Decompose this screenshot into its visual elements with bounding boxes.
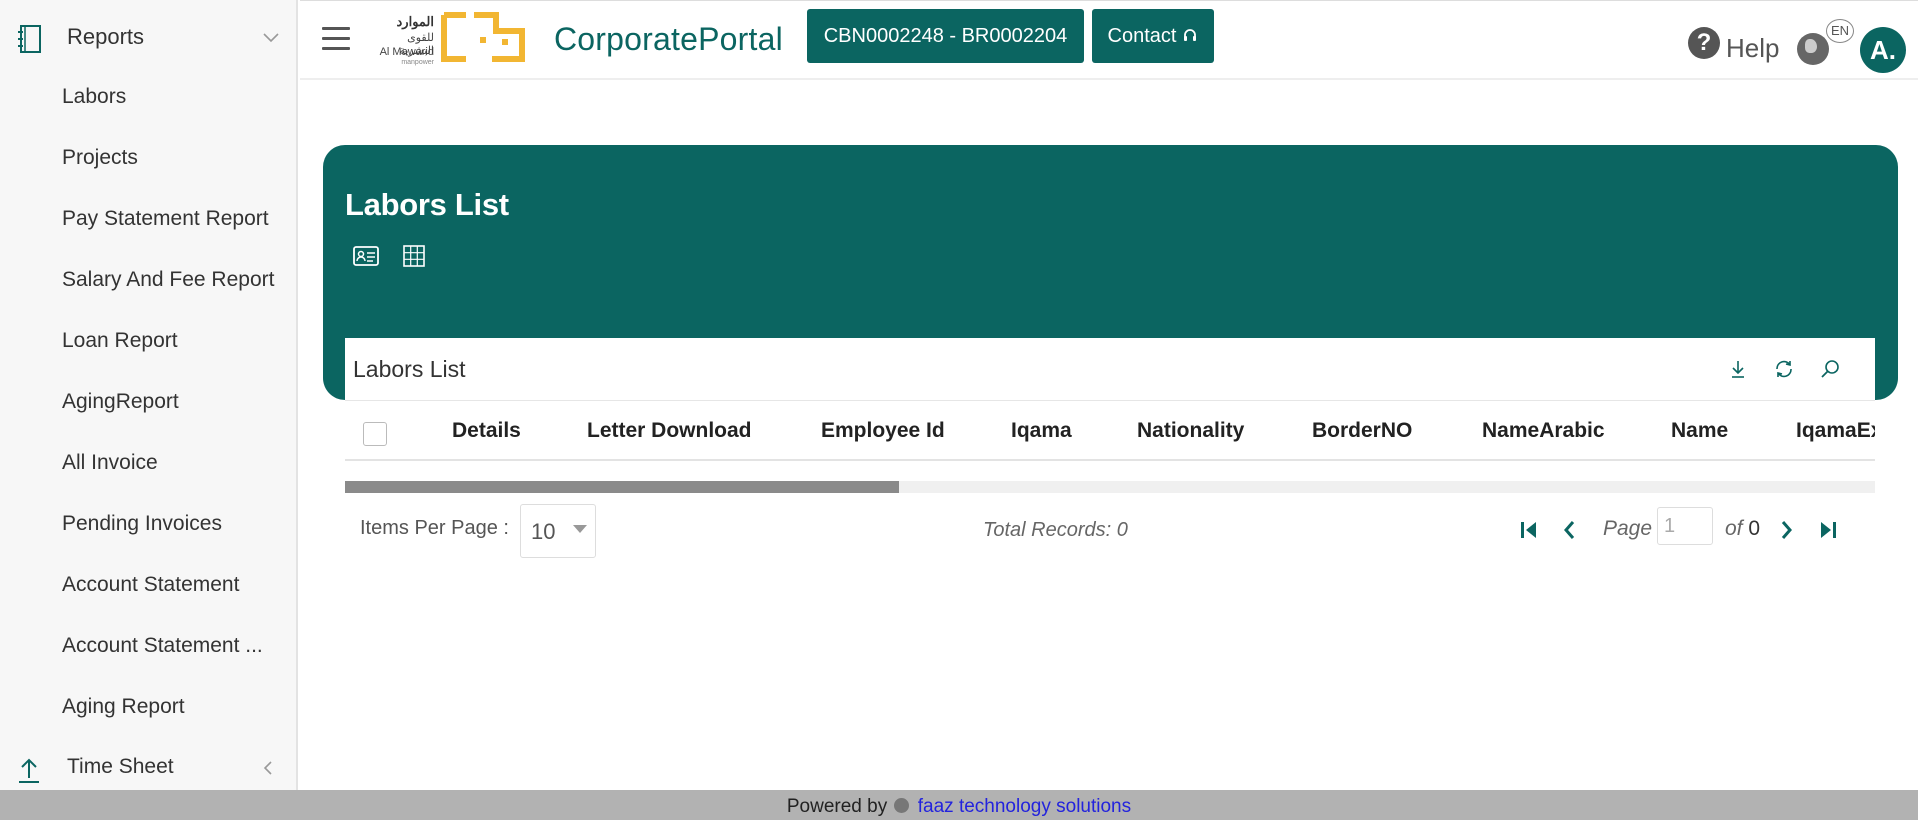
sidebar-item-projects[interactable]: Projects	[62, 146, 282, 170]
logo-english-subtext: manpower	[401, 59, 434, 66]
sidebar-section-reports[interactable]: Reports	[0, 14, 296, 62]
sidebar: Reports Labors Projects Pay Statement Re…	[0, 0, 298, 790]
help-icon[interactable]: ?	[1688, 27, 1720, 59]
contact-button[interactable]: Contact	[1092, 9, 1214, 63]
sidebar-item-pending-invoices[interactable]: Pending Invoices	[62, 512, 282, 536]
page-count: 0	[1748, 517, 1761, 540]
logo-english-text: Al Mawarid	[379, 46, 434, 58]
of-label: of	[1725, 517, 1743, 540]
vendor-link[interactable]: faaz technology solutions	[918, 796, 1131, 817]
upload-icon	[19, 758, 39, 783]
sidebar-item-salary-and-fee-report[interactable]: Salary And Fee Report	[62, 268, 282, 292]
items-per-page-select[interactable]: 10	[520, 504, 596, 558]
sidebar-item-all-invoice[interactable]: All Invoice	[62, 451, 282, 475]
grid-header-row: Details Letter Download Employee Id Iqam…	[345, 400, 1875, 461]
card-view-icon[interactable]	[353, 245, 379, 267]
page-title: Labors List	[345, 187, 509, 222]
avatar[interactable]: A.	[1860, 27, 1906, 73]
column-header-iqama[interactable]: Iqama	[1011, 419, 1072, 443]
select-all-checkbox[interactable]	[363, 422, 387, 446]
column-header-namearabic[interactable]: NameArabic	[1482, 419, 1605, 443]
sidebar-item-labors[interactable]: Labors	[62, 85, 282, 109]
globe-small-icon	[894, 798, 910, 813]
panel-title: Labors List	[353, 356, 466, 382]
column-header-details[interactable]: Details	[452, 419, 521, 443]
labors-grid-panel: Labors List Details Letter Download Empl…	[345, 338, 1875, 658]
help-link[interactable]: Help	[1726, 33, 1779, 64]
column-header-nationality[interactable]: Nationality	[1137, 419, 1244, 443]
previous-page-icon[interactable]	[1559, 518, 1581, 542]
scrollbar-thumb[interactable]	[345, 481, 899, 493]
page-number-input[interactable]: 1	[1657, 507, 1713, 545]
sidebar-item-agingreport[interactable]: AgingReport	[62, 390, 282, 414]
menu-icon[interactable]	[322, 27, 350, 51]
topbar: الموارد للقوى البشرية Al Mawarid manpowe…	[300, 0, 1918, 80]
globe-icon[interactable]	[1797, 33, 1829, 65]
logo-arabic-text: الموارد	[396, 14, 434, 29]
contact-button-label: Contact	[1107, 24, 1177, 47]
language-badge[interactable]: EN	[1826, 19, 1854, 43]
refresh-icon[interactable]	[1773, 358, 1795, 380]
logo-mark-icon	[441, 12, 525, 62]
logo[interactable]: الموارد للقوى البشرية Al Mawarid manpowe…	[370, 9, 530, 67]
search-icon[interactable]	[1819, 358, 1841, 380]
sidebar-footer-label: Time Sheet	[67, 755, 174, 778]
company-branch-button[interactable]: CBN0002248 - BR0002204	[807, 9, 1084, 63]
column-header-name[interactable]: Name	[1671, 419, 1728, 443]
column-header-letter-download[interactable]: Letter Download	[587, 419, 752, 443]
sidebar-section-time-sheet[interactable]: Time Sheet	[0, 748, 296, 788]
sidebar-item-loan-report[interactable]: Loan Report	[62, 329, 282, 353]
sidebar-item-pay-statement-report[interactable]: Pay Statement Report	[62, 207, 282, 231]
chevron-down-icon	[263, 33, 279, 43]
next-page-icon[interactable]	[1775, 518, 1797, 542]
last-page-icon[interactable]	[1817, 518, 1839, 542]
headset-icon	[1184, 29, 1197, 41]
page-count-text: of 0	[1725, 517, 1760, 541]
powered-by-text: Powered by	[786, 796, 888, 817]
page-label: Page	[1603, 517, 1653, 540]
table-view-icon[interactable]	[401, 245, 427, 267]
sidebar-item-aging-report[interactable]: Aging Report	[62, 695, 282, 719]
portal-title: CorporatePortal	[554, 21, 783, 57]
column-header-borderno[interactable]: BorderNO	[1312, 419, 1412, 443]
total-records: Total Records: 0	[983, 519, 1128, 541]
sidebar-section-label: Reports	[67, 24, 145, 49]
column-header-iqama-expiry[interactable]: IqamaEx	[1796, 419, 1875, 443]
first-page-icon[interactable]	[1518, 518, 1540, 542]
horizontal-scrollbar[interactable]	[345, 481, 1875, 493]
pagination-bar: Items Per Page : 10 Total Records: 0 Pag…	[345, 503, 1875, 563]
items-per-page-value: 10	[531, 519, 556, 544]
chevron-left-icon	[263, 761, 272, 775]
items-per-page-label: Items Per Page :	[360, 517, 509, 539]
sidebar-item-account-statement-2[interactable]: Account Statement ...	[62, 634, 282, 658]
column-header-employee-id[interactable]: Employee Id	[821, 419, 945, 443]
download-icon[interactable]	[1727, 358, 1749, 380]
sidebar-item-account-statement[interactable]: Account Statement	[62, 573, 282, 597]
footer: Powered by faaz technology solutions	[0, 790, 1918, 820]
caret-down-icon	[573, 525, 587, 533]
book-icon	[18, 25, 41, 53]
